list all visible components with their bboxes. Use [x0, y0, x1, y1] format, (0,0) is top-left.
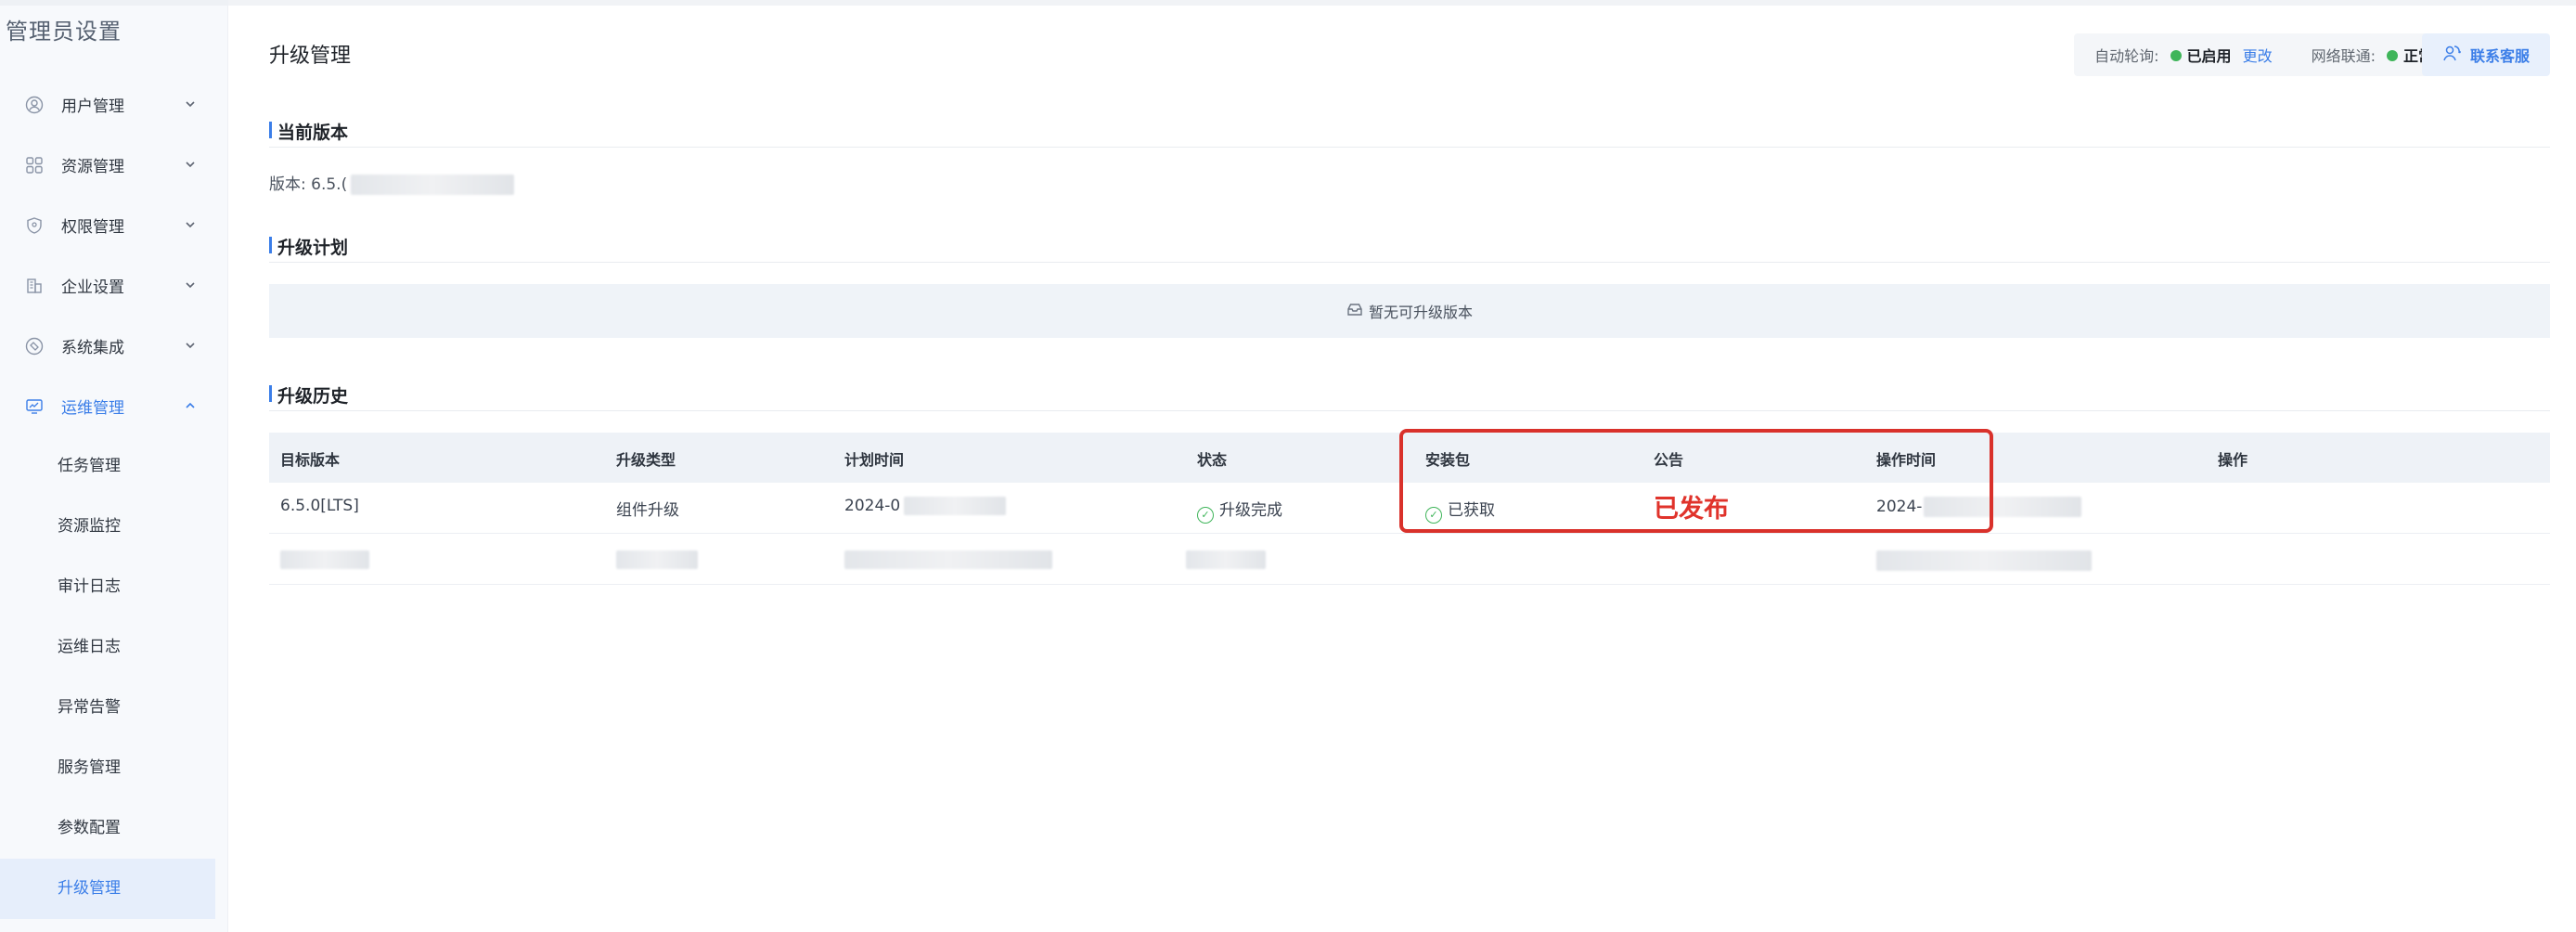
status-panel: 自动轮询: 已启用 更改 网络联通: 正常 [2074, 33, 2454, 76]
section-current-version: 当前版本 [269, 119, 348, 144]
version-text: 版本: 6.5.( [269, 171, 515, 195]
redacted-block [844, 550, 1052, 569]
redacted-block [616, 550, 698, 569]
table-row[interactable] [269, 534, 2550, 585]
sidebar: 管理员设置 用户管理 资源管理 权限管理 企业设置 系统集成 运维管理 任务管理… [0, 0, 228, 932]
sidebar-item-operations[interactable]: 运维管理 [0, 376, 228, 436]
section-upgrade-history: 升级历史 [269, 382, 348, 408]
status-dot-icon [2170, 50, 2182, 61]
empty-state: 暂无可升级版本 [269, 284, 2550, 338]
contact-support-button[interactable]: 联系客服 [2422, 33, 2550, 76]
sidebar-item-label: 资源管理 [61, 158, 124, 176]
redacted-block [351, 175, 515, 195]
sidebar-subitem-services[interactable]: 服务管理 [0, 738, 228, 798]
check-circle-icon: ✓ [1197, 506, 1214, 524]
column-header: 目标版本 [280, 451, 341, 469]
sidebar-item-permissions[interactable]: 权限管理 [0, 195, 228, 255]
redacted-block [904, 497, 1007, 515]
monitor-icon [24, 396, 45, 417]
cell-plan-time: 2024-0 [844, 497, 1007, 515]
chevron-down-icon [184, 278, 197, 296]
app: 管理员设置 用户管理 资源管理 权限管理 企业设置 系统集成 运维管理 任务管理… [0, 0, 2576, 932]
column-header: 操作 [2218, 451, 2248, 469]
section-divider [269, 147, 2550, 148]
inbox-icon [1346, 302, 1363, 320]
network-label: 网络联通: [2311, 47, 2376, 65]
page-title: 升级管理 [269, 45, 352, 68]
sidebar-subitem-audit-log[interactable]: 审计日志 [0, 557, 228, 617]
contact-support-label: 联系客服 [2469, 47, 2530, 65]
cell-status: ✓ 升级完成 [1197, 497, 1282, 524]
column-header: 状态 [1197, 451, 1228, 469]
operations-submenu: 任务管理 资源监控 审计日志 运维日志 异常告警 服务管理 参数配置 升级管理 [0, 436, 228, 919]
auto-poll-status-text: 已启用 [2186, 47, 2232, 65]
sidebar-subitem-upgrade[interactable]: 升级管理 [0, 859, 215, 919]
redacted-block [1186, 550, 1266, 569]
section-divider [269, 410, 2550, 411]
chevron-down-icon [184, 217, 197, 236]
sidebar-subitem-alerts[interactable]: 异常告警 [0, 678, 228, 738]
empty-state-text: 暂无可升级版本 [1368, 304, 1473, 321]
chevron-down-icon [184, 97, 197, 115]
highlight-annotation [1399, 429, 1993, 533]
plan-time-text: 2024-0 [844, 497, 901, 515]
shield-icon [24, 215, 45, 236]
grid-icon [24, 155, 45, 175]
auto-poll-label: 自动轮询: [2094, 47, 2159, 65]
sidebar-title: 管理员设置 [6, 19, 122, 45]
sidebar-menu: 用户管理 资源管理 权限管理 企业设置 系统集成 运维管理 任务管理 资源监控 … [0, 74, 228, 919]
section-divider [269, 262, 2550, 263]
chevron-up-icon [184, 398, 197, 417]
sidebar-subitem-tasks[interactable]: 任务管理 [0, 436, 228, 497]
building-icon [24, 276, 45, 296]
chevron-down-icon [184, 157, 197, 175]
sidebar-top-rule [0, 0, 228, 6]
top-bar [228, 0, 2576, 6]
chevron-down-icon [184, 338, 197, 356]
version-prefix: 版本: 6.5.( [269, 175, 348, 194]
cell-upgrade-type: 组件升级 [616, 501, 679, 520]
user-icon [24, 95, 45, 115]
sidebar-subitem-params[interactable]: 参数配置 [0, 798, 228, 859]
sidebar-item-label: 企业设置 [61, 278, 124, 297]
cell-target-version: 6.5.0[LTS] [280, 497, 359, 515]
integration-icon [24, 336, 45, 356]
column-header: 升级类型 [616, 451, 676, 469]
sidebar-item-label: 权限管理 [61, 218, 124, 237]
auto-poll-status: 已启用 [2170, 44, 2232, 66]
sidebar-item-integration[interactable]: 系统集成 [0, 316, 228, 376]
main-content: 升级管理 自动轮询: 已启用 更改 网络联通: 正常 联系客服 当前版本 版本:… [228, 0, 2576, 932]
sidebar-item-label: 用户管理 [61, 97, 124, 116]
redacted-block [280, 550, 369, 569]
sidebar-subitem-ops-log[interactable]: 运维日志 [0, 617, 228, 678]
change-link[interactable]: 更改 [2243, 44, 2273, 66]
sidebar-item-users[interactable]: 用户管理 [0, 74, 228, 135]
sidebar-item-resources[interactable]: 资源管理 [0, 135, 228, 195]
sidebar-item-label: 系统集成 [61, 339, 124, 357]
section-upgrade-plan: 升级计划 [269, 234, 348, 259]
sidebar-subitem-resource-monitor[interactable]: 资源监控 [0, 497, 228, 557]
status-dot-icon [2386, 50, 2398, 61]
sidebar-item-enterprise[interactable]: 企业设置 [0, 255, 228, 316]
redacted-block [1876, 550, 2092, 571]
status-text: 升级完成 [1219, 501, 1282, 520]
column-header: 计划时间 [844, 451, 905, 469]
sidebar-item-label: 运维管理 [61, 399, 124, 418]
headset-icon [2442, 43, 2463, 67]
